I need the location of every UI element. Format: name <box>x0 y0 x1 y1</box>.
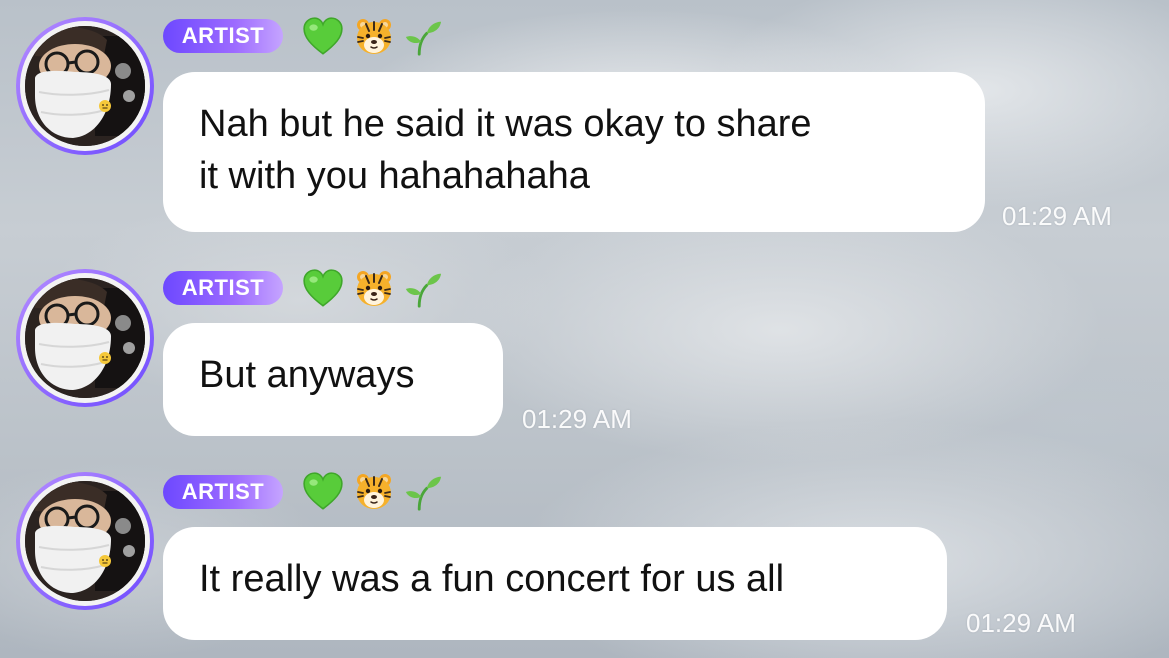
avatar-image <box>25 26 145 146</box>
green-heart-icon <box>302 471 344 513</box>
tiger-face-icon <box>354 17 394 57</box>
artist-badge: ARTIST <box>163 271 283 305</box>
tiger-face-icon <box>354 269 394 309</box>
avatar-image <box>25 481 145 601</box>
emoji-row <box>302 15 442 59</box>
message-text-line: But anyways <box>199 354 415 396</box>
avatar-photo <box>25 481 145 601</box>
artist-badge: ARTIST <box>163 19 283 53</box>
message-text-line: it with you hahahahaha <box>199 155 590 197</box>
avatar-frame <box>20 273 150 403</box>
emoji-row <box>302 267 442 311</box>
seedling-icon <box>404 18 442 56</box>
message-bubble[interactable]: It really was a fun concert for us all <box>163 527 947 640</box>
message-timestamp: 01:29 AM <box>522 404 632 434</box>
avatar[interactable] <box>16 269 154 407</box>
avatar[interactable] <box>16 17 154 155</box>
avatar-frame <box>20 21 150 151</box>
message-timestamp: 01:29 AM <box>1002 201 1112 231</box>
message-timestamp: 01:29 AM <box>966 608 1076 638</box>
seedling-icon <box>404 270 442 308</box>
avatar-photo <box>25 26 145 146</box>
avatar-image <box>25 278 145 398</box>
message-text-line: Nah but he said it was okay to share <box>199 103 812 145</box>
message-bubble[interactable]: Nah but he said it was okay to share it … <box>163 72 985 232</box>
emoji-row <box>302 470 442 514</box>
tiger-face-icon <box>354 472 394 512</box>
message-text-line: It really was a fun concert for us all <box>199 558 785 600</box>
green-heart-icon <box>302 16 344 58</box>
avatar[interactable] <box>16 472 154 610</box>
message-bubble[interactable]: But anyways <box>163 323 503 436</box>
avatar-photo <box>25 278 145 398</box>
avatar-frame <box>20 476 150 606</box>
artist-badge: ARTIST <box>163 475 283 509</box>
seedling-icon <box>404 473 442 511</box>
green-heart-icon <box>302 268 344 310</box>
